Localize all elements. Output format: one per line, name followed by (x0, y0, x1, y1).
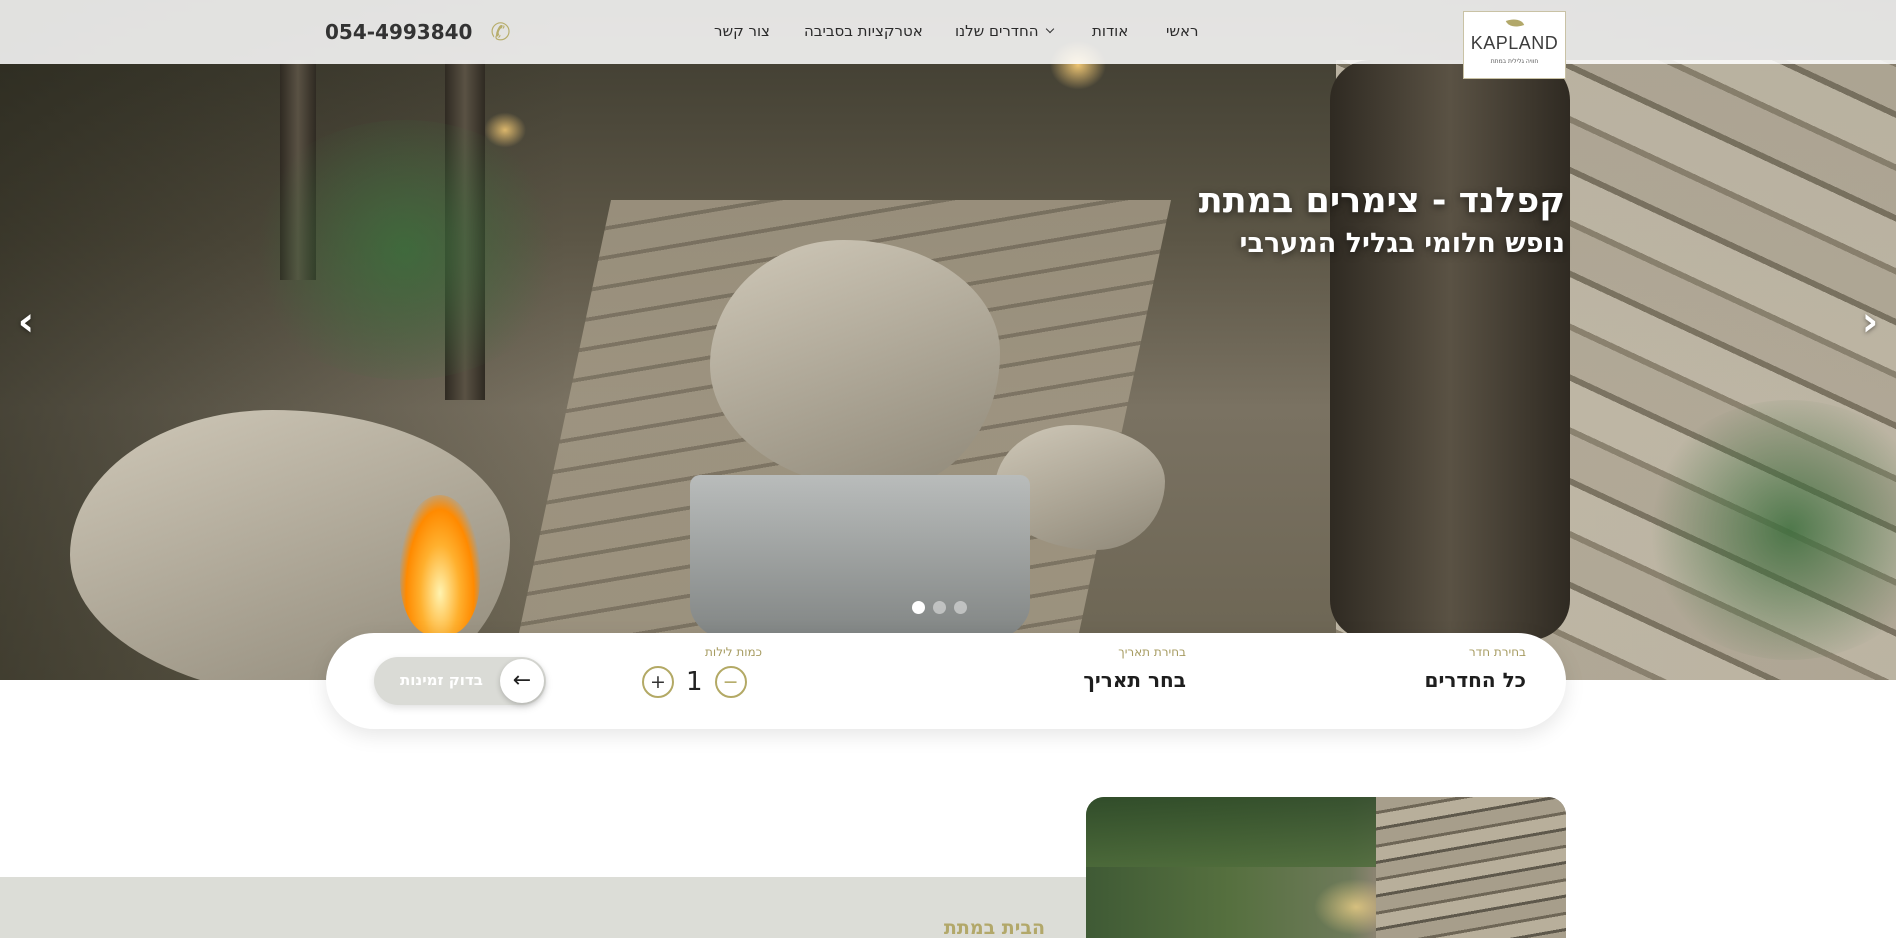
phone-number: 054-4993840 (325, 20, 473, 44)
phone-link[interactable]: 054-4993840 ✆ (325, 18, 511, 46)
room-select-value[interactable]: כל החדרים (1425, 668, 1526, 692)
section-title: הבית במתת (943, 917, 1045, 938)
hero-image-trunk (1330, 60, 1570, 640)
chevron-down-icon (1045, 24, 1054, 34)
date-picker-label: בחירת תאריך (1118, 645, 1186, 659)
date-picker-value[interactable]: בחר תאריך (1083, 668, 1186, 692)
logo[interactable]: KAPLAND חוויה גלילית במתת (1463, 11, 1566, 79)
slider-next-arrow-icon[interactable]: › (1850, 302, 1890, 342)
slider-dot[interactable] (933, 601, 946, 614)
leaf-icon (1505, 15, 1524, 31)
nav-item-rooms[interactable]: החדרים שלנו (955, 22, 1054, 40)
phone-icon: ✆ (490, 18, 511, 46)
logo-name: KAPLAND (1470, 33, 1559, 53)
booking-bar: בחירת חדר כל החדרים בחירת תאריך בחר תארי… (326, 633, 1566, 729)
hero-image-flame (400, 495, 480, 635)
minus-button[interactable]: − (714, 666, 747, 698)
slider-dot[interactable] (912, 601, 925, 614)
hero-image-bucket (690, 475, 1030, 645)
logo-tagline: חוויה גלילית במתת (1490, 58, 1539, 65)
room-select[interactable]: בחירת חדר כל החדרים (1425, 645, 1526, 692)
nav-item-about[interactable]: אודות (1092, 22, 1128, 40)
hero-headline: קפלנד - צימרים במתת נופש חלומי בגליל המע… (1199, 178, 1565, 264)
hero-title: קפלנד - צימרים במתת (1198, 181, 1565, 221)
nav-item-contact[interactable]: צור קשר (714, 22, 770, 40)
nights-field: כמות לילות + 1 − (642, 645, 762, 698)
room-select-label: בחירת חדר (1468, 645, 1526, 659)
check-availability-button[interactable]: בדוק זמינות ← (374, 657, 546, 705)
arrow-left-icon: ← (500, 659, 544, 703)
house-image (1086, 797, 1566, 938)
date-picker[interactable]: בחירת תאריך בחר תאריך (1083, 645, 1186, 692)
hero-slider: קפלנד - צימרים במתת נופש חלומי בגליל המע… (0, 0, 1896, 680)
nights-label: כמות לילות (705, 645, 762, 659)
nights-stepper: + 1 − (642, 666, 762, 698)
hero-image-foliage (240, 120, 570, 380)
about-section-background (0, 877, 1086, 938)
hero-subtitle: נופש חלומי בגליל המערבי (1239, 228, 1565, 259)
check-availability-label: בדוק זמינות (400, 671, 483, 689)
slider-dots (912, 601, 967, 614)
nav-item-attractions[interactable]: אטרקציות בסביבה (804, 22, 923, 40)
nav-item-home[interactable]: ראשי (1166, 22, 1198, 40)
house-image-trees (1086, 797, 1376, 867)
slider-prev-arrow-icon[interactable]: ‹ (6, 302, 46, 342)
slider-dot[interactable] (954, 601, 967, 614)
site-header: KAPLAND חוויה גלילית במתת ראשי אודות החד… (0, 0, 1896, 79)
nights-value: 1 (686, 667, 703, 697)
house-image-stone-wall (1376, 797, 1566, 938)
plus-button[interactable]: + (642, 666, 674, 698)
nav-item-rooms-label: החדרים שלנו (955, 22, 1039, 40)
